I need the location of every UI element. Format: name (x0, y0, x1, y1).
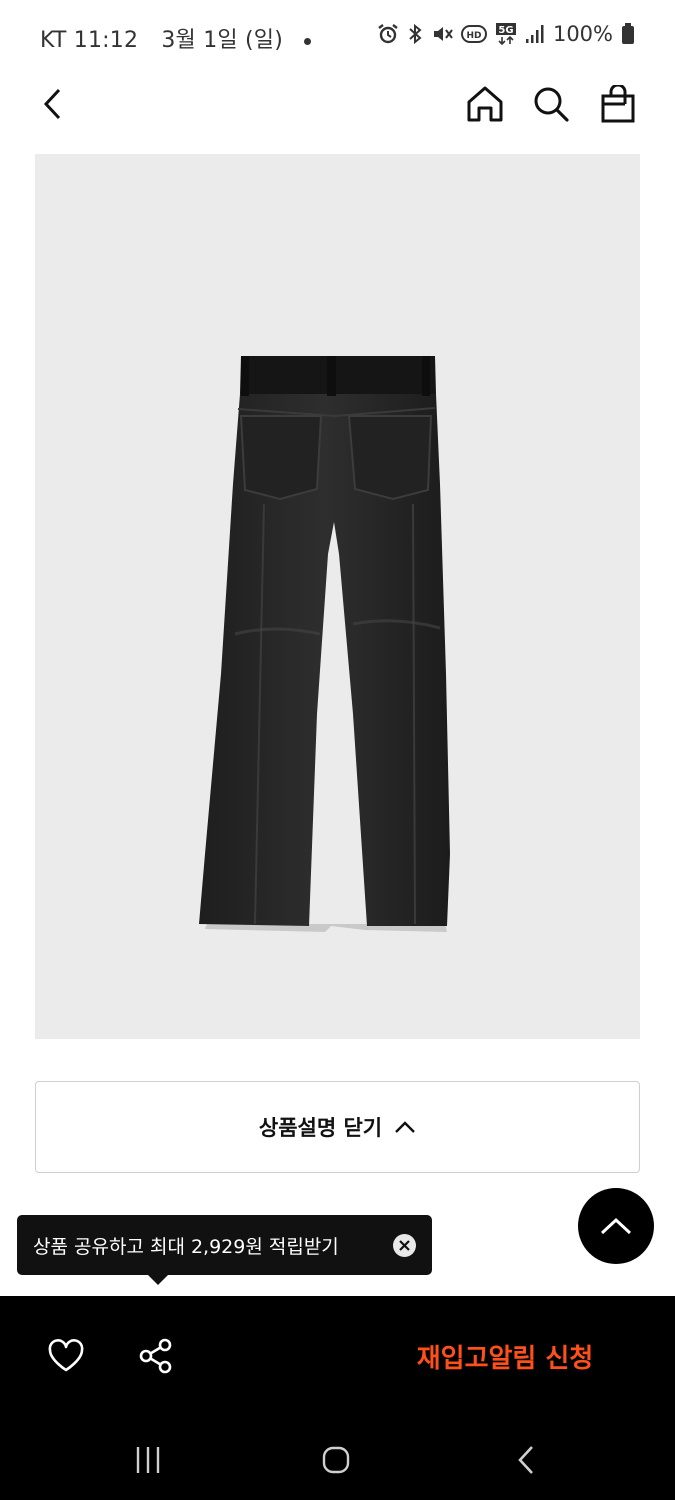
jeans-illustration (199, 356, 450, 932)
hd-icon: HD (460, 25, 487, 43)
search-icon (534, 87, 569, 122)
battery-percent: 100% (552, 22, 613, 46)
home-button-icon (322, 1446, 350, 1474)
tooltip-text: 상품 공유하고 최대 2,929원 적립받기 (33, 1235, 339, 1258)
tooltip-close-button[interactable] (393, 1234, 416, 1257)
chevron-up-icon (600, 1217, 632, 1235)
mute-icon (433, 27, 453, 41)
search-button[interactable] (527, 80, 575, 128)
svg-text:HD: HD (466, 31, 481, 41)
system-navigation-bar (0, 1418, 675, 1500)
close-description-button[interactable]: 상품설명 닫기 (35, 1081, 640, 1173)
home-icon (467, 86, 503, 122)
carrier-time: KT 11:12 (40, 28, 139, 53)
svg-text:5G: 5G (498, 25, 513, 36)
back-button-icon (518, 1446, 533, 1474)
status-date: 3월 1일 (일) (161, 28, 284, 53)
system-home-button[interactable] (306, 1438, 366, 1482)
wishlist-button[interactable] (40, 1330, 92, 1382)
restock-alert-button[interactable]: 재입고알림 신청 (390, 1328, 620, 1384)
chevron-up-icon (395, 1121, 415, 1133)
back-button[interactable] (28, 80, 76, 128)
scroll-to-top-button[interactable] (578, 1188, 654, 1264)
system-back-button[interactable] (496, 1438, 556, 1482)
5g-icon: 5G (495, 23, 516, 46)
tooltip-arrow (148, 1275, 168, 1285)
app-header (0, 74, 675, 136)
status-bar: KT 11:12 3월 1일 (일) HD 5G 100% (0, 0, 675, 74)
share-button[interactable] (130, 1330, 182, 1382)
alarm-icon (378, 24, 398, 44)
heart-icon (48, 1339, 84, 1372)
recent-apps-button[interactable] (118, 1438, 178, 1482)
recent-apps-icon (136, 1447, 160, 1473)
home-button[interactable] (461, 80, 509, 128)
notification-dot-icon (304, 37, 312, 45)
back-arrow-icon (43, 88, 61, 120)
shopping-bag-icon (601, 85, 635, 123)
share-reward-tooltip: 상품 공유하고 최대 2,929원 적립받기 (17, 1215, 432, 1285)
signal-icon (525, 25, 544, 43)
close-circle-icon (399, 1240, 410, 1251)
close-description-label: 상품설명 닫기 (258, 1116, 383, 1140)
status-right: HD 5G 100% (377, 22, 635, 46)
cart-button[interactable] (594, 80, 642, 128)
product-image[interactable] (35, 154, 640, 1039)
battery-icon (622, 23, 634, 44)
status-left: KT 11:12 3월 1일 (일) (40, 22, 312, 54)
bluetooth-icon (409, 23, 422, 45)
share-icon (139, 1338, 172, 1374)
restock-alert-label: 재입고알림 신청 (416, 1343, 594, 1374)
